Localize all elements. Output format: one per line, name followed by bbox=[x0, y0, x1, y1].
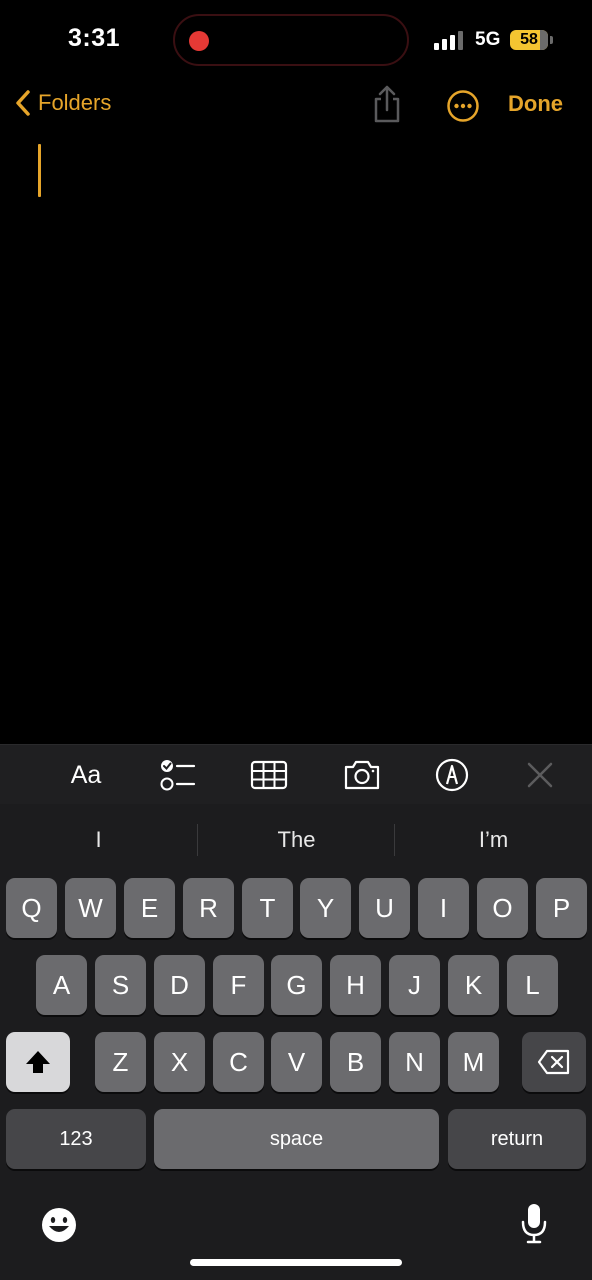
return-key[interactable]: return bbox=[448, 1109, 586, 1169]
key-f[interactable]: F bbox=[213, 955, 264, 1015]
home-indicator[interactable] bbox=[190, 1259, 402, 1266]
key-c[interactable]: C bbox=[213, 1032, 264, 1092]
key-e[interactable]: E bbox=[124, 878, 175, 938]
key-g[interactable]: G bbox=[271, 955, 322, 1015]
key-s[interactable]: S bbox=[95, 955, 146, 1015]
emoji-icon[interactable] bbox=[40, 1206, 78, 1244]
key-v[interactable]: V bbox=[271, 1032, 322, 1092]
formatting-toolbar: Aa bbox=[0, 744, 592, 804]
navigation-bar: Folders Done bbox=[0, 80, 592, 130]
key-b[interactable]: B bbox=[330, 1032, 381, 1092]
battery-level: 58 bbox=[520, 31, 538, 48]
back-button[interactable]: Folders bbox=[14, 88, 111, 118]
key-k[interactable]: K bbox=[448, 955, 499, 1015]
share-icon[interactable] bbox=[370, 84, 404, 124]
status-time: 3:31 bbox=[68, 24, 121, 52]
checklist-icon[interactable] bbox=[158, 757, 196, 793]
dynamic-island[interactable] bbox=[173, 14, 409, 66]
prediction-2[interactable]: The bbox=[198, 804, 395, 876]
text-cursor bbox=[38, 144, 41, 197]
microphone-icon[interactable] bbox=[520, 1202, 548, 1246]
prediction-3[interactable]: I’m bbox=[395, 804, 592, 876]
predictive-bar: I The I’m bbox=[0, 804, 592, 876]
shift-key[interactable] bbox=[6, 1032, 70, 1092]
keyboard: I The I’m Q W E R T Y U I O P A S D F G … bbox=[0, 804, 592, 1280]
status-bar: 3:31 5G 58 bbox=[0, 0, 592, 80]
key-r[interactable]: R bbox=[183, 878, 234, 938]
shift-icon bbox=[26, 1051, 50, 1073]
key-m[interactable]: M bbox=[448, 1032, 499, 1092]
key-u[interactable]: U bbox=[359, 878, 410, 938]
ellipsis-circle-icon[interactable] bbox=[446, 89, 480, 123]
key-z[interactable]: Z bbox=[95, 1032, 146, 1092]
key-y[interactable]: Y bbox=[300, 878, 351, 938]
cellular-signal-icon bbox=[434, 31, 463, 50]
key-p[interactable]: P bbox=[536, 878, 587, 938]
space-key[interactable]: space bbox=[154, 1109, 439, 1169]
key-n[interactable]: N bbox=[389, 1032, 440, 1092]
key-i[interactable]: I bbox=[418, 878, 469, 938]
battery-cap bbox=[550, 36, 553, 44]
delete-icon bbox=[537, 1049, 570, 1075]
key-x[interactable]: X bbox=[154, 1032, 205, 1092]
prediction-1[interactable]: I bbox=[0, 804, 197, 876]
table-icon[interactable] bbox=[250, 757, 288, 793]
markup-pen-icon[interactable] bbox=[434, 757, 470, 793]
format-button[interactable]: Aa bbox=[64, 757, 108, 793]
note-editor[interactable] bbox=[0, 130, 592, 744]
recording-dot-icon bbox=[189, 31, 209, 51]
key-a[interactable]: A bbox=[36, 955, 87, 1015]
camera-icon[interactable] bbox=[342, 757, 382, 793]
key-w[interactable]: W bbox=[65, 878, 116, 938]
key-j[interactable]: J bbox=[389, 955, 440, 1015]
done-button[interactable]: Done bbox=[508, 91, 563, 117]
key-h[interactable]: H bbox=[330, 955, 381, 1015]
back-label: Folders bbox=[38, 90, 112, 115]
delete-key[interactable] bbox=[522, 1032, 586, 1092]
key-q[interactable]: Q bbox=[6, 878, 57, 938]
network-type: 5G bbox=[475, 29, 501, 50]
key-o[interactable]: O bbox=[477, 878, 528, 938]
key-t[interactable]: T bbox=[242, 878, 293, 938]
numbers-key[interactable]: 123 bbox=[6, 1109, 146, 1169]
close-icon[interactable] bbox=[524, 757, 556, 793]
key-l[interactable]: L bbox=[507, 955, 558, 1015]
key-d[interactable]: D bbox=[154, 955, 205, 1015]
battery-icon: 58 bbox=[510, 30, 548, 50]
chevron-left-icon bbox=[16, 90, 30, 116]
